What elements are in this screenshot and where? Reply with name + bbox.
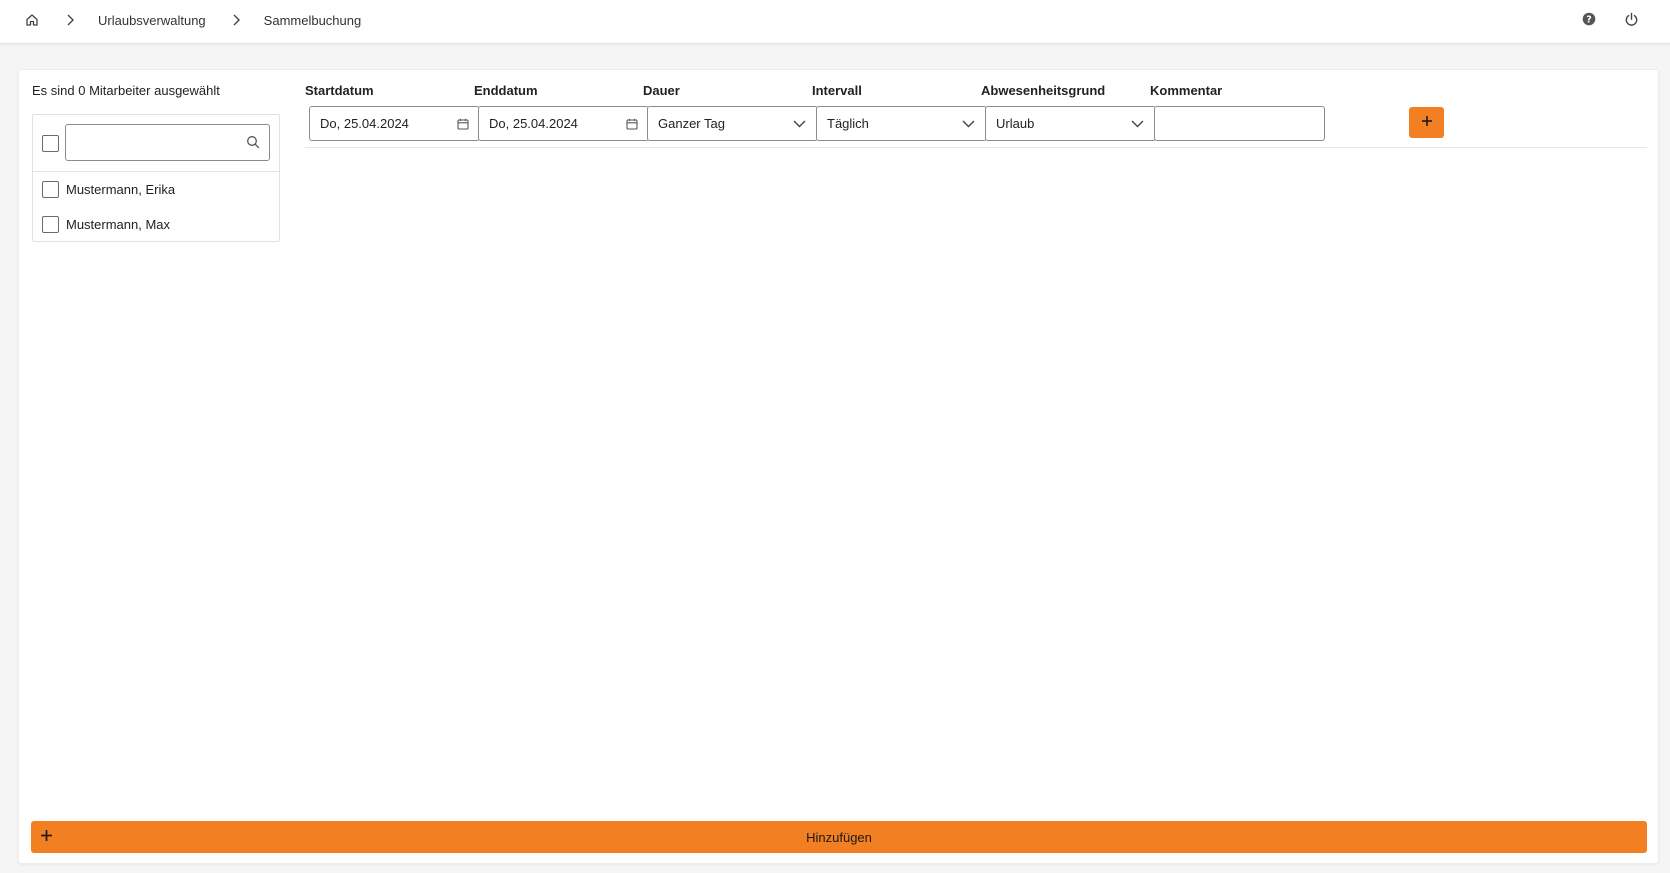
enddatum-label: Enddatum: [474, 83, 538, 98]
kommentar-input[interactable]: [1154, 106, 1325, 141]
startdatum-column: Startdatum Do, 25.04.2024: [305, 81, 480, 141]
dauer-column: Dauer Ganzer Tag: [643, 81, 818, 141]
employee-panel-header: [33, 115, 279, 172]
search-icon[interactable]: [246, 135, 261, 150]
chevron-down-icon: [961, 117, 975, 131]
employee-checkbox[interactable]: [42, 216, 59, 233]
enddatum-value: Do, 25.04.2024: [489, 116, 578, 131]
dauer-select[interactable]: Ganzer Tag: [647, 106, 818, 141]
employee-search-field[interactable]: [65, 124, 270, 161]
employee-name: Mustermann, Max: [66, 217, 171, 232]
kommentar-column: Kommentar: [1150, 81, 1325, 141]
abwesenheitsgrund-column: Abwesenheitsgrund Urlaub: [981, 81, 1156, 141]
intervall-label: Intervall: [812, 83, 862, 98]
main-card: Es sind 0 Mitarbeiter ausgewählt Musterm…: [18, 69, 1659, 864]
calendar-icon[interactable]: [625, 117, 639, 131]
power-icon[interactable]: [1622, 10, 1640, 28]
select-all-checkbox[interactable]: [42, 135, 59, 152]
booking-form: Startdatum Do, 25.04.2024 Enddatum Do, 2…: [305, 81, 1647, 148]
breadcrumb-item-urlaubsverwaltung[interactable]: Urlaubsverwaltung: [98, 13, 206, 28]
kommentar-label: Kommentar: [1150, 83, 1223, 98]
startdatum-label: Startdatum: [305, 83, 374, 98]
employee-row-max[interactable]: Mustermann, Max: [33, 207, 279, 242]
startdatum-field[interactable]: Do, 25.04.2024: [309, 106, 480, 141]
abwesenheitsgrund-value: Urlaub: [996, 116, 1035, 131]
chevron-down-icon: [792, 117, 806, 131]
intervall-select[interactable]: Täglich: [816, 106, 987, 141]
dauer-label: Dauer: [643, 83, 680, 98]
add-row-button[interactable]: [1409, 107, 1444, 138]
employee-name: Mustermann, Erika: [66, 182, 176, 197]
abwesenheitsgrund-select[interactable]: Urlaub: [985, 106, 1156, 141]
enddatum-column: Enddatum Do, 25.04.2024: [474, 81, 649, 141]
svg-text:?: ?: [1586, 14, 1592, 25]
chevron-right-icon: [62, 12, 78, 28]
employee-search-input[interactable]: [74, 125, 244, 159]
plus-icon: [1421, 114, 1433, 132]
breadcrumb: Urlaubsverwaltung Sammelbuchung: [24, 0, 361, 40]
intervall-value: Täglich: [827, 116, 869, 131]
selection-count-text: Es sind 0 Mitarbeiter ausgewählt: [32, 83, 220, 98]
hinzufuegen-label: Hinzufügen: [806, 830, 872, 845]
employee-checkbox[interactable]: [42, 181, 59, 198]
breadcrumb-item-sammelbuchung: Sammelbuchung: [263, 12, 362, 28]
home-icon[interactable]: [24, 12, 40, 28]
chevron-down-icon: [1130, 117, 1144, 131]
intervall-column: Intervall Täglich: [812, 81, 987, 141]
dauer-value: Ganzer Tag: [658, 116, 725, 131]
top-bar: Urlaubsverwaltung Sammelbuchung ?: [0, 0, 1670, 44]
employee-panel: Mustermann, Erika Mustermann, Max: [32, 114, 280, 242]
abwesenheitsgrund-label: Abwesenheitsgrund: [981, 83, 1106, 98]
help-icon[interactable]: ?: [1580, 10, 1598, 28]
enddatum-field[interactable]: Do, 25.04.2024: [478, 106, 649, 141]
startdatum-value: Do, 25.04.2024: [320, 116, 409, 131]
employee-row-erika[interactable]: Mustermann, Erika: [33, 172, 279, 207]
chevron-right-icon: [228, 12, 244, 28]
calendar-icon[interactable]: [456, 117, 470, 131]
hinzufuegen-button[interactable]: Hinzufügen: [31, 821, 1647, 853]
